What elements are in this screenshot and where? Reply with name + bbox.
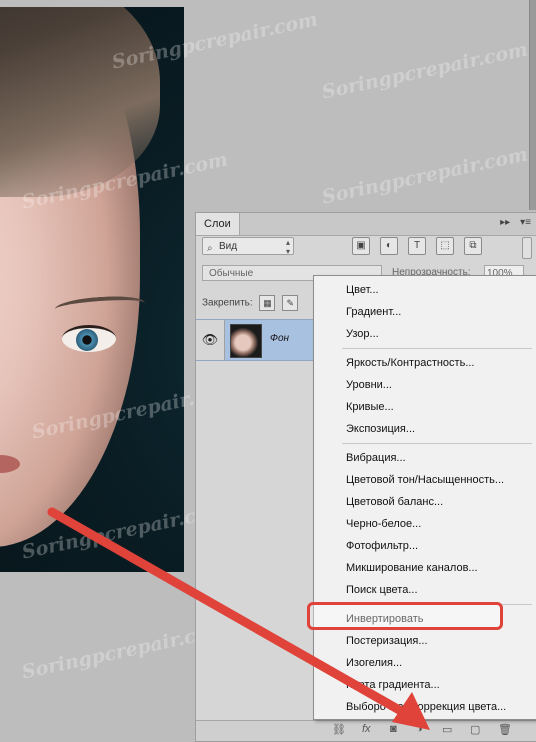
pointer-arrow-icon [47,507,430,730]
